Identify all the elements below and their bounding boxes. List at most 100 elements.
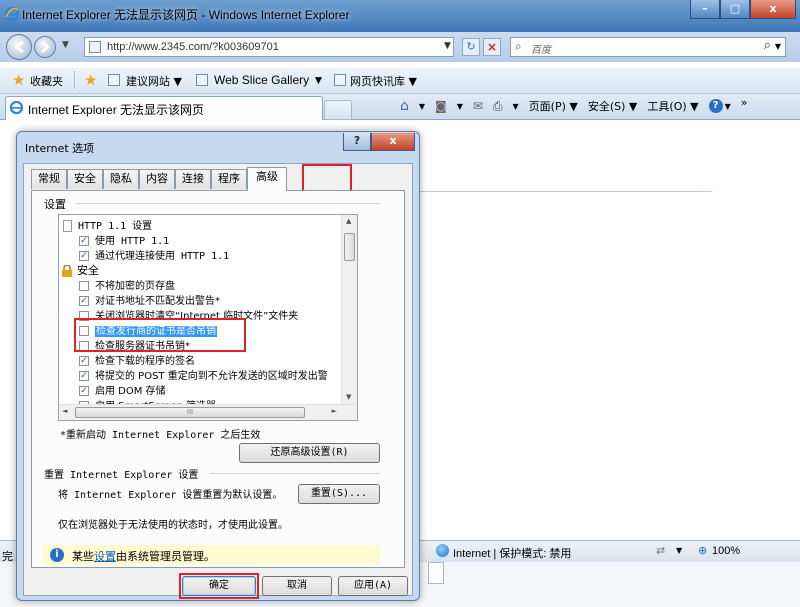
tree-folder-security: 安全 — [61, 262, 99, 278]
feeds-dropdown-icon[interactable]: ▼ — [457, 102, 463, 111]
checkbox-checked-icon[interactable]: ✓ — [79, 386, 89, 396]
add-favorite-icon[interactable]: ★ — [84, 71, 97, 89]
back-button[interactable] — [6, 34, 32, 60]
taskbar-left-text: 完 — [2, 550, 13, 563]
admin-note-suffix: 由系统管理员管理。 — [116, 550, 215, 563]
new-tab-button[interactable] — [324, 100, 352, 120]
scroll-thumb[interactable] — [344, 233, 355, 261]
settings-label: 设置 — [44, 198, 66, 211]
tree-item-cert-mismatch[interactable]: ✓ 对证书地址不匹配发出警告* — [79, 292, 220, 307]
checkbox-checked-icon[interactable]: ✓ — [79, 371, 89, 381]
info-icon: i — [50, 548, 64, 562]
tab-programs[interactable]: 程序 — [211, 169, 247, 189]
dialog-help-button[interactable]: ? — [343, 133, 371, 151]
scroll-down-icon[interactable]: ▼ — [346, 393, 351, 401]
hscroll-thumb[interactable]: III — [75, 407, 305, 418]
refresh-icon[interactable]: ↻ — [462, 38, 480, 56]
search-go-icon[interactable]: ⌕ — [764, 38, 771, 53]
home-icon[interactable]: ⌂ — [400, 98, 409, 114]
ok-button-highlight — [179, 573, 259, 599]
tree-item-post-redirect-warning[interactable]: ✓ 将提交的 POST 重定向到不允许发送的区域时发出警 — [79, 367, 328, 382]
window-title: Internet Explorer 无法显示该网页 - Windows Inte… — [22, 8, 350, 22]
scroll-up-icon[interactable]: ▲ — [346, 217, 351, 225]
tree-item-label: 通过代理连接使用 HTTP 1.1 — [95, 251, 230, 262]
reset-button[interactable]: 重置(S)... — [298, 484, 380, 504]
history-dropdown-icon[interactable]: ▼ — [62, 40, 69, 50]
favbar-item-2-icon — [334, 74, 346, 86]
dialog-tabs: 常规 安全 隐私 内容 连接 程序 高级 — [31, 167, 287, 191]
tree-item-use-http11[interactable]: ✓ 使用 HTTP 1.1 — [79, 232, 169, 247]
browser-tab[interactable]: Internet Explorer 无法显示该网页 — [5, 96, 323, 120]
zoom-level[interactable]: 100% — [712, 545, 740, 557]
feeds-icon[interactable]: ◙ — [435, 99, 447, 113]
close-button[interactable]: x — [750, 0, 796, 19]
home-dropdown-icon[interactable]: ▼ — [419, 102, 425, 111]
reset-divider — [210, 473, 380, 474]
minimize-button[interactable]: – — [690, 0, 720, 19]
print-dropdown-icon[interactable]: ▼ — [513, 102, 519, 111]
favbar-item-0[interactable]: 建议网站 ▼ — [126, 73, 182, 89]
address-dropdown-icon[interactable]: ▼ — [444, 41, 451, 51]
window-titlebar: Internet Explorer 无法显示该网页 - Windows Inte… — [0, 0, 800, 32]
stop-icon[interactable]: × — [483, 38, 501, 56]
restore-advanced-button[interactable]: 还原高级设置(R) — [239, 443, 380, 463]
tab-security[interactable]: 安全 — [67, 169, 103, 189]
tree-item-proxy-http11[interactable]: ✓ 通过代理连接使用 HTTP 1.1 — [79, 247, 229, 262]
checkbox-checked-icon[interactable]: ✓ — [79, 296, 89, 306]
tree-item-label: 安全 — [77, 264, 99, 277]
vertical-scrollbar[interactable]: ▲ ▼ — [341, 215, 357, 405]
search-dropdown-icon[interactable]: ▼ — [775, 42, 781, 51]
horizontal-scrollbar[interactable]: ◄ III ► — [59, 404, 357, 420]
page-menu[interactable]: 页面(P) ▼ — [529, 98, 578, 114]
scroll-right-icon[interactable]: ► — [332, 407, 337, 415]
tab-title: Internet Explorer 无法显示该网页 — [28, 103, 205, 117]
tree-item-check-download-signature[interactable]: ✓ 检查下载的程序的签名 — [79, 352, 195, 367]
checkbox-checked-icon[interactable]: ✓ — [79, 251, 89, 261]
favbar-item-1[interactable]: Web Slice Gallery ▼ — [214, 73, 324, 87]
content-divider — [420, 191, 712, 192]
protected-mode-icon[interactable]: ⇄ — [656, 544, 665, 557]
tab-general[interactable]: 常规 — [31, 169, 67, 189]
tab-advanced[interactable]: 高级 — [247, 167, 287, 191]
tab-content[interactable]: 内容 — [139, 169, 175, 189]
ie-logo-icon — [4, 6, 20, 22]
scroll-left-icon[interactable]: ◄ — [62, 407, 67, 415]
search-placeholder: 百度 — [531, 45, 551, 56]
tools-menu[interactable]: 工具(O) ▼ — [647, 98, 698, 114]
checkbox-checked-icon[interactable]: ✓ — [79, 356, 89, 366]
dialog-close-button[interactable]: x — [371, 133, 415, 151]
maximize-button[interactable]: □ — [720, 0, 750, 19]
tree-item-dom-storage[interactable]: ✓ 启用 DOM 存储 — [79, 382, 166, 397]
search-field[interactable]: ⌕ 百度 ⌕ ▼ — [510, 37, 786, 57]
admin-notice: i 某些设置由系统管理员管理。 — [42, 545, 380, 565]
zoom-icon[interactable]: ⊕ — [698, 544, 707, 557]
safety-menu[interactable]: 安全(S) ▼ — [588, 98, 638, 114]
reset-note: 仅在浏览器处于无法使用的状态时，才使用此设置。 — [58, 520, 288, 531]
checkbox-checked-icon[interactable]: ✓ — [79, 236, 89, 246]
apply-button[interactable]: 应用(A) — [338, 576, 408, 596]
admin-notice-text: 某些设置由系统管理员管理。 — [72, 548, 215, 564]
zoom-dropdown-icon[interactable]: ▼ — [676, 546, 682, 555]
help-dropdown-icon[interactable]: ▼ — [725, 102, 731, 111]
page-icon — [89, 41, 101, 53]
reset-group-label: 重置 Internet Explorer 设置 — [44, 470, 199, 481]
tab-privacy[interactable]: 隐私 — [103, 169, 139, 189]
cancel-button[interactable]: 取消 — [262, 576, 332, 596]
print-icon[interactable]: ⎙ — [493, 99, 503, 114]
favbar-item-2[interactable]: 网页快讯库 ▼ — [350, 73, 417, 89]
mail-icon[interactable]: ✉ — [473, 99, 483, 113]
forward-button[interactable] — [34, 36, 56, 58]
address-field[interactable]: http://www.2345.com/?k003609701 — [84, 37, 454, 57]
favorites-button[interactable]: 收藏夹 — [30, 73, 63, 89]
separator — [74, 71, 75, 89]
tab-connections[interactable]: 连接 — [175, 169, 211, 189]
more-commands-icon[interactable]: » — [741, 96, 748, 109]
tree-item-no-save-encrypted[interactable]: 不将加密的页存盘 — [79, 277, 175, 292]
settings-link[interactable]: 设置 — [94, 550, 116, 563]
tree-item-label: 使用 HTTP 1.1 — [95, 236, 170, 247]
tree-folder-http: HTTP 1.1 设置 — [63, 217, 152, 232]
search-engine-icon: ⌕ — [515, 39, 522, 53]
security-zone-text[interactable]: Internet | 保护模式: 禁用 — [453, 545, 571, 561]
help-icon[interactable]: ? — [708, 99, 723, 113]
checkbox-unchecked-icon[interactable] — [79, 281, 89, 291]
